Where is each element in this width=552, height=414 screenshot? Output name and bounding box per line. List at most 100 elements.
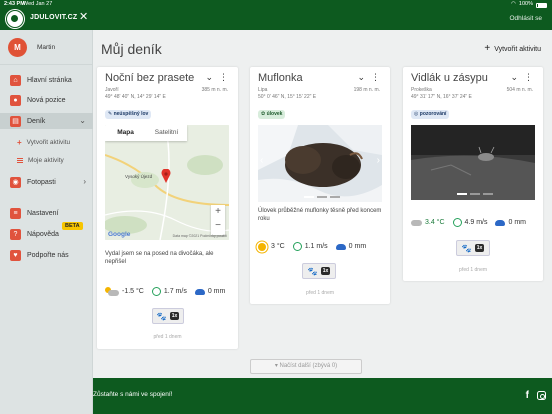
- activity-tag: ✎ neúspěšný lov: [105, 110, 152, 119]
- location-name: Prokeška: [411, 87, 432, 93]
- sidebar-item-trail-cameras[interactable]: ◉ Fotopasti ›: [0, 174, 93, 190]
- sidebar-item-help[interactable]: ? Nápověda: [0, 226, 93, 242]
- sidebar-item-new-position[interactable]: ● Nová pozice: [0, 92, 93, 108]
- sidebar-item-diary[interactable]: ▤ Deník ⌄: [0, 113, 93, 129]
- map-tab-satellite[interactable]: Satelitní: [146, 125, 187, 141]
- map-pin-icon[interactable]: [161, 169, 171, 183]
- paw-tag-icon: ✿: [261, 111, 266, 117]
- card-timestamp: před 1 dnem: [458, 267, 488, 273]
- avatar: M: [8, 38, 27, 57]
- help-icon: ?: [10, 228, 21, 240]
- photo-pager: [304, 196, 340, 198]
- zoom-out-button[interactable]: −: [211, 219, 225, 233]
- count-badge: 1x: [169, 312, 180, 320]
- more-vertical-icon[interactable]: ⋮: [371, 72, 380, 83]
- previous-photo-icon[interactable]: ‹: [260, 155, 263, 166]
- chevron-down-icon[interactable]: ⌄: [205, 72, 213, 83]
- sidebar-item-home[interactable]: ⌂ Hlavní stránka: [0, 72, 93, 88]
- plus-icon: +: [17, 138, 22, 147]
- instagram-icon[interactable]: [537, 391, 546, 400]
- map-tab-map[interactable]: Mapa: [105, 125, 146, 141]
- wind-gauge-icon: [292, 242, 302, 251]
- brand-name[interactable]: JDULOVIT.CZ: [30, 14, 77, 21]
- card-altitude: 504 m n. m.: [506, 87, 533, 93]
- sidebar-item-label: Podpořte nás: [27, 251, 69, 259]
- wind-value: 1.1 m/s: [304, 243, 328, 250]
- sun-icon: [258, 242, 266, 251]
- sidebar-item-support[interactable]: ♥ Podpořte nás: [0, 247, 93, 263]
- sidebar-item-settings[interactable]: ≡ Nastavení: [0, 205, 93, 221]
- activity-tag: ◎ pozorování: [411, 110, 450, 119]
- map-credit[interactable]: Data map ©2021 Podmínky použití: [173, 234, 227, 238]
- photo-pager: [457, 193, 493, 195]
- zoom-in-button[interactable]: +: [211, 205, 225, 219]
- google-logo: Google: [108, 231, 131, 238]
- logout-link[interactable]: Odhlásit se: [509, 15, 542, 22]
- next-photo-icon[interactable]: ›: [377, 155, 380, 166]
- activity-card[interactable]: Vidlák u zásypu ⌄ ⋮ Prokeška 49° 31' 17"…: [403, 67, 543, 281]
- top-app-bar: 2:43 PM Wed Jan 27 ◠ 100% JDULOVIT.CZ ✕ …: [0, 0, 552, 30]
- wind-value: 1.7 m/s: [163, 288, 187, 295]
- count-badge: 1x: [474, 244, 485, 252]
- status-date: Wed Jan 27: [23, 1, 53, 7]
- chevron-down-icon[interactable]: ⌄: [510, 72, 518, 83]
- wind-value: 4.9 m/s: [464, 219, 488, 226]
- app-logo[interactable]: [6, 10, 24, 28]
- partly-cloudy-icon: [105, 287, 119, 296]
- card-controls: ⌄ ⋮: [510, 72, 533, 83]
- weather-temp: 3.4 °C: [411, 219, 445, 226]
- location-coords: 50° 0' 46" N, 15° 15' 22" E: [258, 94, 317, 100]
- animal-count[interactable]: 🐾 1x: [152, 308, 184, 324]
- paw-icon: 🐾: [461, 243, 472, 253]
- footer: Zůstaňte s námi ve spojení! f: [93, 378, 552, 414]
- book-icon: ▤: [10, 115, 21, 127]
- chevron-down-icon[interactable]: ⌄: [79, 116, 86, 125]
- activity-card[interactable]: Muflonka ⌄ ⋮ Lipa 50° 0' 46" N, 15° 15' …: [250, 67, 390, 304]
- sidebar-subitem-create-activity[interactable]: + Vytvořit aktivitu: [0, 136, 93, 149]
- map-type-tabs: Mapa Satelitní: [105, 125, 187, 141]
- load-more-button[interactable]: ▾ Načíst další (zbývá 0): [250, 359, 362, 374]
- weather-temp: -1.5 °C: [105, 287, 144, 296]
- animal-count[interactable]: 🐾 1x: [456, 240, 490, 256]
- sidebar-item-label: Hlavní stránka: [27, 76, 72, 84]
- card-controls: ⌄ ⋮: [205, 72, 228, 83]
- user-profile[interactable]: M Martin: [8, 38, 55, 57]
- close-menu-icon[interactable]: ✕: [79, 12, 88, 23]
- sidebar-item-label: Nová pozice: [27, 96, 66, 104]
- cloud-icon: [411, 219, 422, 226]
- animal-count[interactable]: 🐾 1x: [302, 263, 336, 279]
- plus-icon: +: [484, 43, 491, 54]
- subitem-label: Vytvořit aktivitu: [26, 139, 71, 146]
- wind-gauge-icon: [151, 287, 161, 296]
- location-coords: 49° 31' 17" N, 16° 37' 24" E: [411, 94, 472, 100]
- sidebar-item-label: Deník: [27, 117, 46, 125]
- more-vertical-icon[interactable]: ⋮: [219, 72, 228, 83]
- tag-label: neúspěšný lov: [113, 111, 149, 117]
- camera-icon: ◉: [10, 176, 21, 188]
- temp-value: 3 °C: [271, 243, 285, 250]
- activity-card[interactable]: Noční bez prasete ⌄ ⋮ Javoří 49° 48' 40"…: [97, 67, 238, 349]
- chevron-down-icon[interactable]: ⌄: [357, 72, 365, 83]
- card-altitude: 198 m n. m.: [353, 87, 380, 93]
- chevron-right-icon[interactable]: ›: [83, 177, 86, 186]
- sidebar-subitem-my-activities[interactable]: Moje aktivity: [0, 154, 93, 167]
- temp-value: 3.4 °C: [425, 219, 445, 226]
- location-coords: 49° 48' 40" N, 14° 29' 14" E: [105, 94, 166, 100]
- activity-photo[interactable]: ‹ ›: [258, 125, 382, 202]
- weather-rain: 0 mm: [495, 219, 526, 226]
- card-location: Javoří 49° 48' 40" N, 14° 29' 14" E: [105, 87, 166, 101]
- create-activity-label: Vytvořit aktivitu: [494, 45, 541, 53]
- facebook-icon[interactable]: f: [526, 390, 529, 401]
- status-right: ◠ 100%: [511, 0, 547, 8]
- more-vertical-icon[interactable]: ⋮: [524, 72, 533, 83]
- card-location: Prokeška 49° 31' 17" N, 16° 37' 24" E: [411, 87, 472, 101]
- rain-icon: [335, 243, 346, 250]
- activity-photo[interactable]: [411, 125, 535, 200]
- weather-wind: 1.1 m/s: [292, 242, 328, 251]
- count-badge: 1x: [320, 267, 331, 275]
- sidebar-item-label: Fotopasti: [27, 178, 56, 186]
- heart-icon: ♥: [10, 249, 21, 261]
- card-note: Vydal jsem se na posed na divočáka, ale …: [105, 251, 214, 265]
- location-map[interactable]: Mapa Satelitní Vysoký Újezd + − Google D…: [105, 125, 229, 240]
- create-activity-button[interactable]: + Vytvořit aktivitu: [484, 43, 541, 54]
